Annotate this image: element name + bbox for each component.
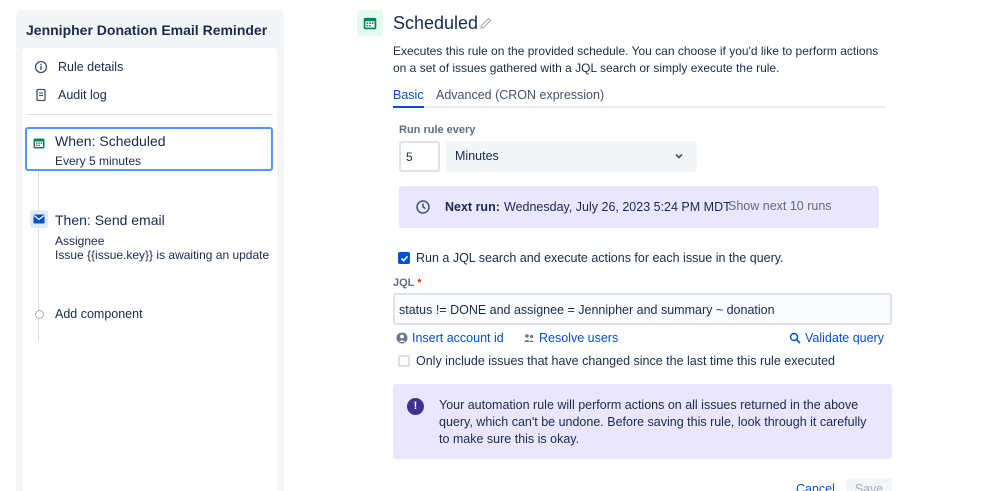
add-component-button[interactable]: Add component <box>55 307 143 321</box>
divider <box>26 114 273 115</box>
info-icon <box>34 60 48 74</box>
run-every-label: Run rule every <box>399 124 476 136</box>
cancel-button[interactable]: Cancel <box>796 482 835 491</box>
rule-components-card: Rule details Audit log When: Scheduled E… <box>22 48 277 491</box>
jql-input[interactable]: status != DONE and assignee = Jennipher … <box>393 293 892 325</box>
calendar-icon <box>32 136 46 150</box>
interval-input[interactable]: 5 <box>399 141 440 172</box>
rule-title: Jennipher Donation Email Reminder <box>26 22 268 38</box>
mail-icon <box>30 210 48 228</box>
warning-text: Your automation rule will perform action… <box>439 398 867 446</box>
jql-search-checkbox-label: Run a JQL search and execute actions for… <box>416 251 784 265</box>
trigger-subtitle: Every 5 minutes <box>55 154 142 168</box>
resolve-users-link[interactable]: Resolve users <box>523 331 618 345</box>
nav-audit-log[interactable]: Audit log <box>34 88 107 102</box>
trigger-config-panel: Scheduled Executes this rule on the prov… <box>355 0 895 491</box>
interval-unit-select[interactable]: Minutes <box>446 141 697 172</box>
chevron-down-icon <box>673 150 685 162</box>
tab-basic-label: Basic <box>393 88 424 102</box>
required-marker: * <box>417 277 422 289</box>
save-button[interactable]: Save <box>846 478 892 491</box>
rule-sidebar: Jennipher Donation Email Reminder Rule d… <box>16 10 284 491</box>
user-icon <box>396 332 408 344</box>
page-title: Scheduled <box>393 13 479 33</box>
action-recipient: Assignee <box>55 234 105 248</box>
search-icon <box>789 332 801 344</box>
check-icon <box>400 255 408 262</box>
tab-advanced[interactable]: Advanced (CRON expression) <box>436 88 604 102</box>
validate-query-label: Validate query <box>805 331 884 345</box>
tab-advanced-label: Advanced (CRON expression) <box>436 88 605 102</box>
tab-bar: Basic Advanced (CRON expression) <box>393 86 886 108</box>
trigger-title: When: Scheduled <box>55 133 166 149</box>
people-icon <box>524 334 534 342</box>
show-next-runs-link[interactable]: Show next 10 runs <box>728 199 832 213</box>
changed-issues-checkbox-label: Only include issues that have changed si… <box>416 354 835 368</box>
interval-unit-value: Minutes <box>455 149 499 163</box>
action-title[interactable]: Then: Send email <box>55 212 165 228</box>
next-run-label: Next run: <box>445 200 500 214</box>
clock-icon <box>415 199 431 215</box>
tab-basic[interactable]: Basic <box>393 88 424 102</box>
insert-account-id-link[interactable]: Insert account id <box>396 331 504 345</box>
add-component-dot <box>35 310 44 319</box>
insert-account-id-label: Insert account id <box>412 331 504 345</box>
trigger-component[interactable]: When: Scheduled Every 5 minutes <box>25 127 273 171</box>
active-tab-indicator <box>393 106 424 108</box>
changed-issues-checkbox[interactable] <box>398 355 410 367</box>
next-run-panel: Next run: Wednesday, July 26, 2023 5:24 … <box>399 186 879 228</box>
validate-query-link[interactable]: Validate query <box>789 331 884 345</box>
exclamation-icon: ! <box>407 398 424 415</box>
action-subject: Issue {{issue.key}} is awaiting an updat… <box>55 248 270 262</box>
jql-label: JQL * <box>393 277 422 289</box>
resolve-users-label: Resolve users <box>539 331 619 345</box>
calendar-icon <box>357 10 383 36</box>
trigger-description: Executes this rule on the provided sched… <box>393 44 879 75</box>
warning-panel: ! Your automation rule will perform acti… <box>393 384 892 459</box>
nav-rule-details-label: Rule details <box>58 60 124 74</box>
pencil-icon[interactable] <box>479 16 493 30</box>
jql-search-checkbox[interactable] <box>398 252 410 264</box>
jql-label-text: JQL <box>393 277 415 289</box>
next-run-value: Wednesday, July 26, 2023 5:24 PM MDT <box>504 200 731 214</box>
document-icon <box>34 88 48 102</box>
nav-audit-log-label: Audit log <box>58 88 107 102</box>
nav-rule-details[interactable]: Rule details <box>34 60 123 74</box>
